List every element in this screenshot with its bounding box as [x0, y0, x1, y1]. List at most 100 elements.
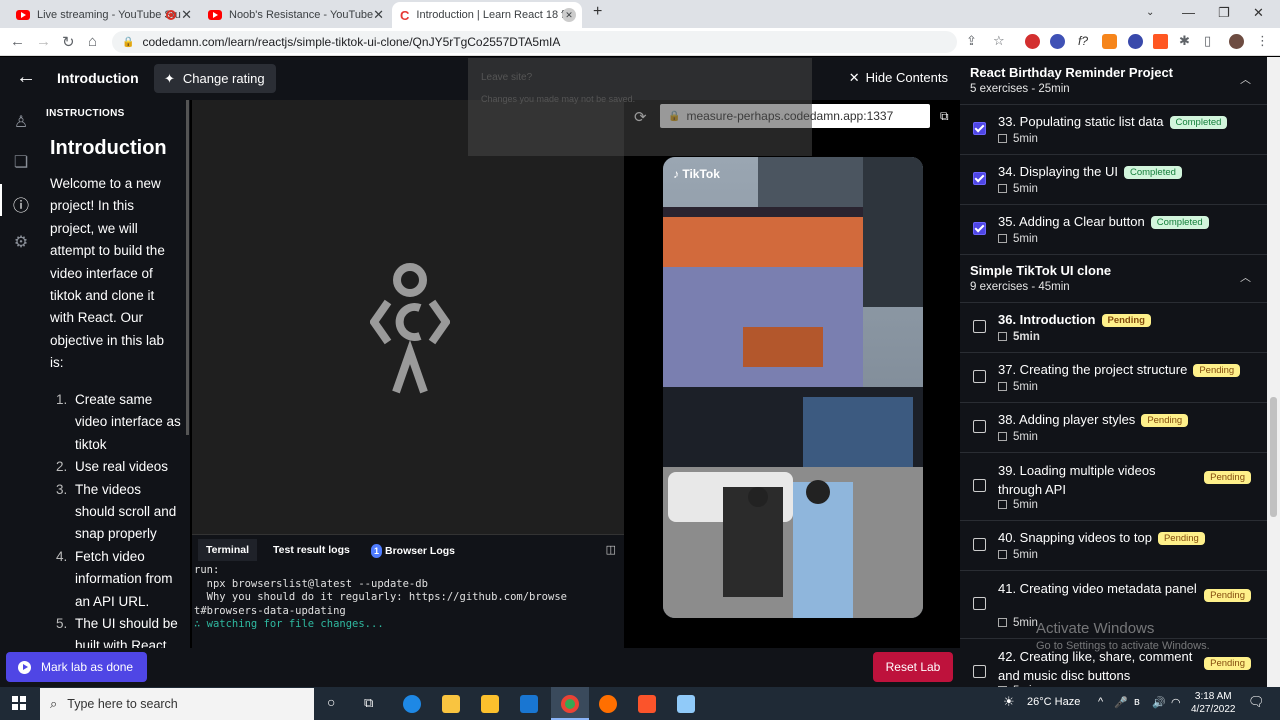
forward-icon[interactable]: → — [36, 33, 51, 50]
tab-introduction[interactable]: C Introduction | Learn React 18 for ✕ — [392, 2, 582, 28]
lesson-checkbox[interactable] — [973, 538, 986, 551]
lesson-row[interactable]: 38. Adding player styles Pending 5min — [960, 403, 1267, 453]
lesson-checkbox[interactable] — [973, 122, 986, 135]
menu-icon[interactable]: ⋮ — [1256, 33, 1269, 49]
microphone-icon[interactable]: 🎤 — [1114, 696, 1128, 709]
avatar[interactable] — [1229, 34, 1244, 49]
lesson-duration: 5min — [998, 499, 1038, 511]
mark-lab-done-button[interactable]: Mark lab as done — [6, 652, 147, 682]
lesson-checkbox[interactable] — [973, 479, 986, 492]
notification-icon[interactable]: 🗨 — [1248, 694, 1265, 710]
sidebar-scrollbar[interactable] — [1267, 57, 1280, 687]
tab-live-streaming[interactable]: Live streaming - YouTube Stu ✕ — [8, 2, 198, 28]
lesson-row[interactable]: 36. Introduction Pending 5min — [960, 303, 1267, 353]
info-icon[interactable]: ⓘ — [11, 192, 31, 215]
brave-icon[interactable] — [638, 695, 656, 713]
chevron-up-icon[interactable]: ︿ — [1240, 269, 1251, 285]
firefox-icon[interactable] — [599, 695, 617, 713]
status-badge: Completed — [1123, 166, 1182, 179]
lesson-row[interactable]: 39. Loading multiple videos through API … — [960, 453, 1267, 521]
codedamn-person-icon[interactable]: ♙ — [11, 112, 31, 132]
lesson-checkbox[interactable] — [973, 370, 986, 383]
back-icon[interactable]: ← — [10, 33, 25, 50]
reload-icon[interactable]: ↻ — [62, 33, 75, 51]
home-icon[interactable]: ⌂ — [88, 33, 97, 50]
store-icon[interactable] — [481, 695, 499, 713]
weather-icon[interactable]: ☀ — [1003, 694, 1015, 710]
extension-icon[interactable] — [1050, 34, 1065, 49]
new-tab-button[interactable]: + — [593, 3, 602, 21]
tab-search-icon[interactable]: ⌄ — [1146, 7, 1154, 18]
tab-terminal[interactable]: Terminal — [198, 539, 257, 561]
mail-icon[interactable] — [520, 695, 538, 713]
open-external-icon[interactable]: ⧉ — [940, 109, 949, 124]
lock-icon: 🔒 — [122, 36, 135, 48]
cortana-icon[interactable]: ○ — [327, 694, 335, 710]
lesson-row[interactable]: 40. Snapping videos to top Pending 5min — [960, 521, 1267, 571]
tab-noobs-resistance[interactable]: Noob's Resistance - YouTube ✕ — [200, 2, 390, 28]
maximize-button[interactable]: ❐ — [1218, 5, 1230, 21]
close-icon[interactable]: ✕ — [373, 7, 384, 23]
chrome-icon[interactable] — [561, 695, 579, 713]
gear-icon[interactable]: ⚙ — [11, 232, 31, 252]
tab-test-result-logs[interactable]: Test result logs — [273, 544, 350, 556]
lesson-duration: 5min — [998, 331, 1040, 343]
instructions-scrollbar[interactable] — [186, 100, 189, 435]
lesson-title: 37. Creating the project structure Pendin… — [998, 362, 1241, 377]
lesson-checkbox[interactable] — [973, 320, 986, 333]
lesson-row[interactable]: 37. Creating the project structure Pendin… — [960, 353, 1267, 403]
lesson-checkbox[interactable] — [973, 222, 986, 235]
extension-icon[interactable] — [1128, 34, 1143, 49]
lesson-title-text: 37. Creating the project structure — [998, 362, 1188, 377]
close-icon[interactable]: ✕ — [562, 8, 576, 22]
bookmark-star-icon[interactable]: ☆ — [993, 33, 1005, 49]
status-badge: Pending — [1157, 532, 1205, 545]
chevron-up-icon[interactable]: ︿ — [1240, 71, 1251, 87]
lesson-row[interactable]: 33. Populating static list data Completed… — [960, 105, 1267, 155]
lesson-row[interactable]: 35. Adding a Clear button Completed 5min — [960, 205, 1267, 255]
notepad-icon[interactable] — [677, 695, 695, 713]
wifi-icon[interactable]: ◠ — [1171, 696, 1181, 709]
lesson-checkbox[interactable] — [973, 597, 986, 610]
lesson-checkbox[interactable] — [973, 420, 986, 433]
extension-icon[interactable]: f? — [1078, 34, 1093, 49]
lesson-checkbox[interactable] — [973, 172, 986, 185]
close-window-button[interactable]: ✕ — [1253, 5, 1264, 21]
file-explorer-icon[interactable] — [442, 695, 460, 713]
clock[interactable]: 3:18 AM 4/27/2022 — [1191, 690, 1236, 716]
lesson-checkbox[interactable] — [973, 665, 986, 678]
extension-icon[interactable] — [1025, 34, 1040, 49]
speaker-icon[interactable]: 🔊 — [1152, 696, 1166, 709]
back-arrow-icon[interactable]: ← — [16, 66, 36, 89]
status-badge: Completed — [1150, 216, 1209, 229]
tab-browser-logs[interactable]: 1 Browser Logs — [371, 544, 455, 558]
url-field[interactable]: 🔒 codedamn.com/learn/reactjs/simple-tikt… — [112, 31, 957, 53]
puzzle-icon[interactable]: ✱ — [1179, 33, 1190, 49]
share-icon[interactable]: ⇪ — [966, 33, 977, 49]
lesson-title-text: 34. Displaying the UI — [998, 164, 1118, 179]
weather-text[interactable]: 26°C Haze — [1027, 696, 1080, 708]
tiktok-video-frame[interactable]: ♪ TikTok — [663, 157, 923, 618]
bluetooth-icon[interactable]: ʙ — [1134, 696, 1140, 708]
section-title[interactable]: Simple TikTok UI clone — [970, 263, 1111, 278]
task-view-icon[interactable]: ⧉ — [364, 695, 373, 711]
section-title[interactable]: React Birthday Reminder Project — [970, 65, 1173, 80]
list-text: Fetch video information from an API URL. — [75, 548, 173, 609]
change-rating-button[interactable]: ✦ Change rating — [154, 64, 276, 93]
chevron-up-icon[interactable]: ^ — [1098, 696, 1103, 708]
lesson-row[interactable]: 34. Displaying the UI Completed 5min — [960, 155, 1267, 205]
hide-contents-button[interactable]: ✕ Hide Contents — [849, 70, 948, 86]
metamask-icon[interactable] — [1102, 34, 1117, 49]
reset-lab-button[interactable]: Reset Lab — [873, 652, 953, 682]
minimize-button[interactable]: — — [1182, 5, 1195, 20]
split-view-icon[interactable]: ◫ — [606, 543, 616, 556]
duration-text: 5min — [1013, 233, 1038, 245]
taskbar-search-box[interactable]: ⌕ Type here to search — [40, 688, 314, 720]
windows-start-icon[interactable] — [12, 696, 26, 710]
scrollbar-thumb[interactable] — [1270, 397, 1277, 517]
files-icon[interactable]: ❏ — [11, 152, 31, 172]
extension-icon[interactable] — [1153, 34, 1168, 49]
edge-icon[interactable] — [403, 695, 421, 713]
sidebar-icon[interactable]: ▯ — [1204, 33, 1211, 49]
close-icon[interactable]: ✕ — [181, 7, 192, 23]
